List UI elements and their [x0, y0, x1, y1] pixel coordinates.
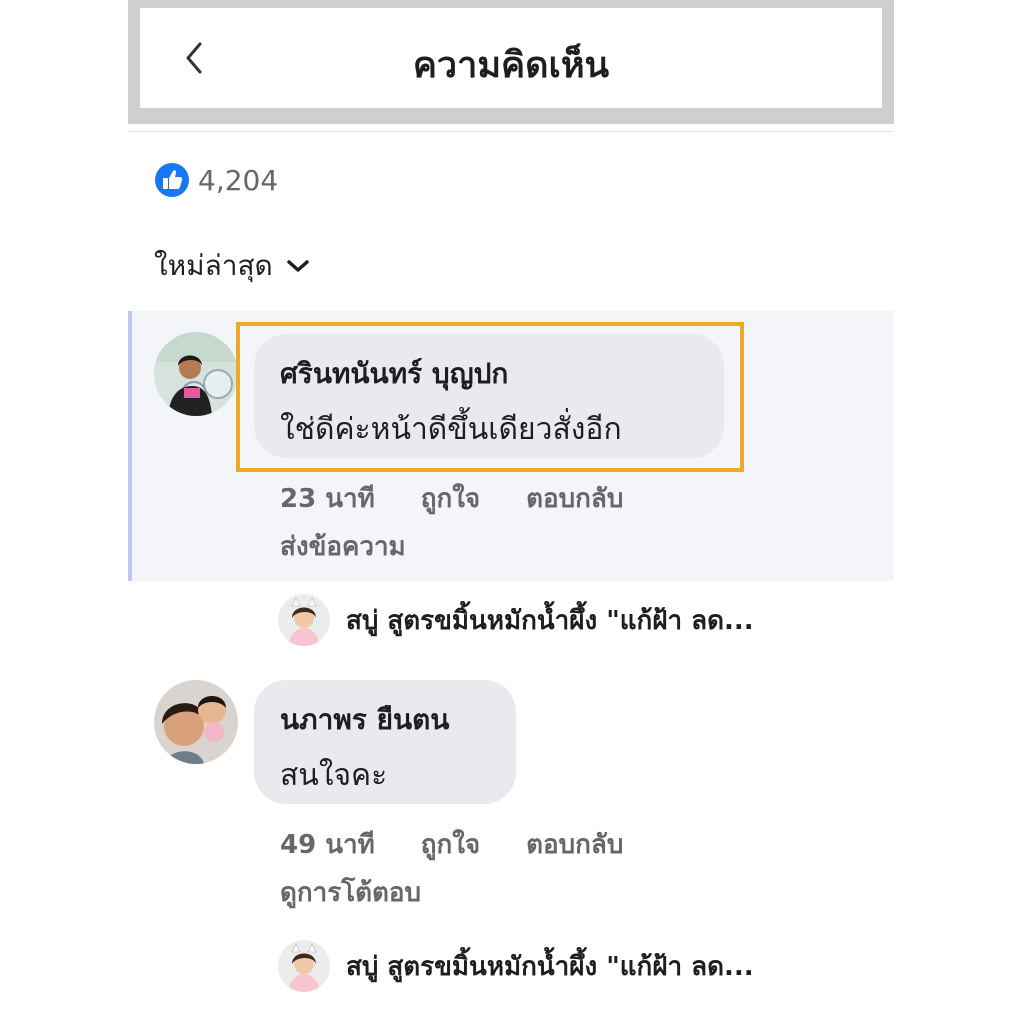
avatar[interactable]	[154, 332, 238, 416]
header-bar: ความคิดเห็น	[128, 0, 894, 124]
comment-meta: 49 นาที ถูกใจ ตอบกลับ	[280, 824, 623, 865]
header-divider	[128, 131, 894, 132]
reply-author: สบู่ สูตรขมิ้นหมักน้ำผึ้ง "แก้ฝ้า ลด...	[346, 951, 754, 982]
reply-preview[interactable]: สบู่ สูตรขมิ้นหมักน้ำผึ้ง "แก้ฝ้า ลด...	[278, 940, 754, 992]
reaction-summary[interactable]: 4,204	[154, 160, 278, 200]
avatar-photo	[154, 332, 238, 416]
reply-avatar-photo	[278, 594, 330, 646]
highlight-box	[236, 322, 744, 472]
page-title: ความคิดเห็น	[412, 45, 610, 86]
comment-time: 23 นาที	[280, 484, 375, 514]
reply-author: สบู่ สูตรขมิ้นหมักน้ำผึ้ง "แก้ฝ้า ลด...	[346, 605, 754, 636]
reply-avatar-photo	[278, 940, 330, 992]
reply-preview[interactable]: สบู่ สูตรขมิ้นหมักน้ำผึ้ง "แก้ฝ้า ลด...	[278, 594, 754, 646]
avatar[interactable]	[154, 680, 238, 764]
reply-avatar	[278, 940, 330, 992]
header-inner: ความคิดเห็น	[140, 8, 882, 108]
comment-time: 49 นาที	[280, 830, 375, 860]
comment-meta: 23 นาที ถูกใจ ตอบกลับ	[280, 478, 623, 519]
comment-author[interactable]: นภาพร ยืนตน	[280, 698, 490, 742]
reply-link[interactable]: ตอบกลับ	[526, 478, 623, 519]
reaction-count: 4,204	[198, 163, 279, 197]
sort-dropdown[interactable]: ใหม่ล่าสุด	[154, 244, 311, 288]
like-link[interactable]: ถูกใจ	[421, 824, 480, 865]
like-link[interactable]: ถูกใจ	[421, 478, 480, 519]
comment-text: สนใจคะ	[280, 758, 388, 793]
comment-bubble: นภาพร ยืนตน สนใจคะ	[254, 680, 516, 804]
chevron-down-icon	[287, 260, 309, 272]
comments-screen: ความคิดเห็น 4,204 ใหม่ล่าสุด ศรินทนันทร์…	[128, 0, 896, 1024]
send-message-link[interactable]: ส่งข้อความ	[280, 526, 406, 567]
reply-link[interactable]: ตอบกลับ	[526, 824, 623, 865]
thumbs-up-icon	[155, 163, 189, 197]
view-interactions-link[interactable]: ดูการโต้ตอบ	[280, 872, 421, 913]
avatar-photo	[154, 680, 238, 764]
sort-label: ใหม่ล่าสุด	[154, 249, 273, 282]
reply-avatar	[278, 594, 330, 646]
highlight-indicator	[128, 311, 132, 581]
